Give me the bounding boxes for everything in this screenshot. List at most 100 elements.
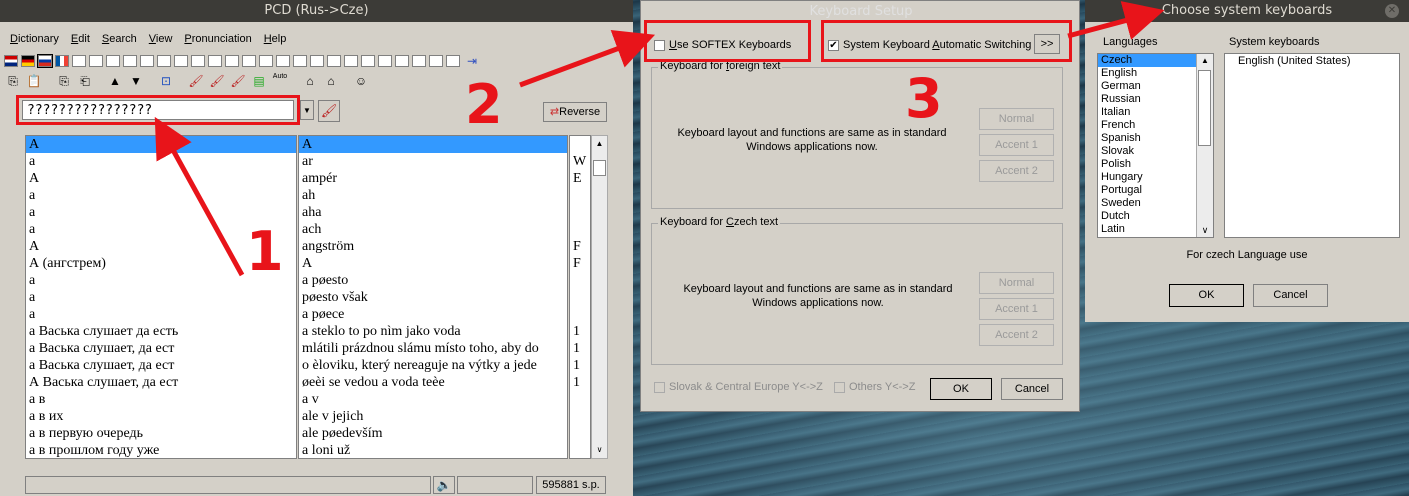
list-item[interactable]: o èloviku, který nereaguje na výtky a je… <box>299 357 567 374</box>
language-button-icon[interactable] <box>174 55 188 67</box>
brush-icon[interactable]: 🖌 <box>187 73 205 89</box>
slovak-yz-checkbox[interactable]: Slovak & Central Europe Y<->Z <box>654 381 823 393</box>
language-item[interactable]: Italian <box>1098 106 1197 119</box>
arrow-up-icon[interactable]: ▲ <box>106 73 124 89</box>
list-item[interactable]: A <box>26 136 296 153</box>
list-item[interactable]: a v <box>299 391 567 408</box>
czech-accent1-button[interactable]: Accent 1 <box>979 298 1054 320</box>
list-item[interactable] <box>570 136 590 153</box>
language-button-icon[interactable] <box>140 55 154 67</box>
list-item[interactable]: ach <box>299 221 567 238</box>
language-button-icon[interactable] <box>412 55 426 67</box>
list-item[interactable]: E <box>570 170 590 187</box>
list-item[interactable]: A <box>299 136 567 153</box>
language-button-icon[interactable] <box>191 55 205 67</box>
french-flag-icon[interactable] <box>55 55 69 67</box>
list-item[interactable]: ale v jejich <box>299 408 567 425</box>
list-item[interactable]: а <box>26 306 296 323</box>
paste-icon[interactable]: 📋 <box>25 73 43 89</box>
language-button-icon[interactable] <box>361 55 375 67</box>
list-item[interactable]: 1 <box>570 374 590 391</box>
list-item[interactable]: а <box>26 187 296 204</box>
language-button-icon[interactable] <box>123 55 137 67</box>
language-button-icon[interactable] <box>446 55 460 67</box>
list-item[interactable]: øeèi se vedou a voda teèe <box>299 374 567 391</box>
arrow-right-icon[interactable]: ⇥ <box>463 53 481 69</box>
language-item[interactable]: Portugal <box>1098 184 1197 197</box>
list-item[interactable] <box>570 187 590 204</box>
scroll-down-icon[interactable]: ∨ <box>592 443 607 457</box>
list-item[interactable]: ale pøedevším <box>299 425 567 442</box>
pcd-title-bar[interactable]: PCD (Rus->Cze) <box>0 0 633 22</box>
language-item[interactable]: French <box>1098 119 1197 132</box>
choose-keyboards-title[interactable]: Choose system keyboards <box>1085 0 1409 22</box>
list-item[interactable]: а в первую очередь <box>26 425 296 442</box>
list-item[interactable]: 1 <box>570 340 590 357</box>
auto-icon[interactable]: Auto <box>271 73 289 89</box>
language-button-icon[interactable] <box>72 55 86 67</box>
language-button-icon[interactable] <box>259 55 273 67</box>
list-item[interactable]: a pøece <box>299 306 567 323</box>
list-item[interactable]: mlátili prázdnou slámu místo toho, aby d… <box>299 340 567 357</box>
language-item[interactable]: Sweden <box>1098 197 1197 210</box>
language-button-icon[interactable] <box>395 55 409 67</box>
language-button-icon[interactable] <box>344 55 358 67</box>
list-item[interactable]: 1 <box>570 323 590 340</box>
scroll-up-icon[interactable]: ▲ <box>1197 54 1213 68</box>
list-item[interactable]: 1 <box>570 357 590 374</box>
language-button-icon[interactable] <box>276 55 290 67</box>
list-item[interactable]: F <box>570 238 590 255</box>
extra-column-list[interactable]: WEFF1111 <box>569 135 591 459</box>
house-icon[interactable]: ⌂ <box>301 73 319 89</box>
person-icon[interactable]: ☺ <box>352 73 370 89</box>
list-item[interactable] <box>570 391 590 408</box>
list-item[interactable]: А <box>26 170 296 187</box>
list-scrollbar[interactable]: ▲ ∨ <box>591 135 608 459</box>
copy-icon[interactable]: ⎘ <box>4 73 22 89</box>
clear-search-brush-button[interactable]: 🖌 <box>318 100 340 122</box>
language-item[interactable]: Spanish <box>1098 132 1197 145</box>
language-button-icon[interactable] <box>310 55 324 67</box>
list-item[interactable] <box>570 272 590 289</box>
german-flag-icon[interactable] <box>21 55 35 67</box>
paste-page-icon[interactable]: ⎗ <box>76 73 94 89</box>
list-item[interactable]: ar <box>299 153 567 170</box>
menu-help[interactable]: Help <box>258 30 293 48</box>
languages-scrollbar[interactable]: ▲ ∨ <box>1196 54 1213 237</box>
system-keyboard-item[interactable]: English (United States) <box>1235 55 1399 68</box>
language-button-icon[interactable] <box>378 55 392 67</box>
list-item[interactable]: а <box>26 289 296 306</box>
list-item[interactable] <box>570 442 590 458</box>
chevron-down-icon[interactable]: ▼ <box>300 100 314 120</box>
list-item[interactable]: а Васька слушает, да ест <box>26 340 296 357</box>
czech-normal-button[interactable]: Normal <box>979 272 1054 294</box>
house-icon[interactable]: ⌂ <box>322 73 340 89</box>
language-item[interactable]: English <box>1098 67 1197 80</box>
list-item[interactable]: a loni už <box>299 442 567 458</box>
list-item[interactable] <box>570 289 590 306</box>
russian-flag-icon[interactable] <box>37 54 53 68</box>
uk-flag-icon[interactable] <box>4 55 18 67</box>
list-item[interactable]: а Васька слушает да есть <box>26 323 296 340</box>
menu-pronunciation[interactable]: Pronunciation <box>178 30 257 48</box>
list-item[interactable]: а <box>26 153 296 170</box>
language-item[interactable]: Czech <box>1098 54 1197 67</box>
source-word-list[interactable]: AаАаааАА (ангстрем) а а а а Васька слушает д… <box>25 135 297 459</box>
menu-search[interactable]: Search <box>96 30 143 48</box>
system-keyboards-list[interactable]: English (United States) <box>1224 53 1400 238</box>
translation-list[interactable]: Aar ampér ah aha ach angström Aa pøesto pøesto … <box>298 135 568 459</box>
scroll-up-icon[interactable]: ▲ <box>592 137 607 151</box>
brush-icon[interactable]: 🖌 <box>208 73 226 89</box>
foreign-accent1-button[interactable]: Accent 1 <box>979 134 1054 156</box>
scroll-down-icon[interactable]: ∨ <box>1197 223 1213 237</box>
list-item[interactable] <box>570 425 590 442</box>
list-item[interactable]: W <box>570 153 590 170</box>
list-item[interactable]: а в прошлом году уже <box>26 442 296 458</box>
list-item[interactable]: ampér <box>299 170 567 187</box>
foreign-accent2-button[interactable]: Accent 2 <box>979 160 1054 182</box>
others-yz-checkbox[interactable]: Others Y<->Z <box>834 381 915 393</box>
list-item[interactable]: ah <box>299 187 567 204</box>
bulgarian-flag-icon[interactable]: ▤ <box>250 73 268 89</box>
language-item[interactable]: Polish <box>1098 158 1197 171</box>
list-item[interactable]: а в их <box>26 408 296 425</box>
